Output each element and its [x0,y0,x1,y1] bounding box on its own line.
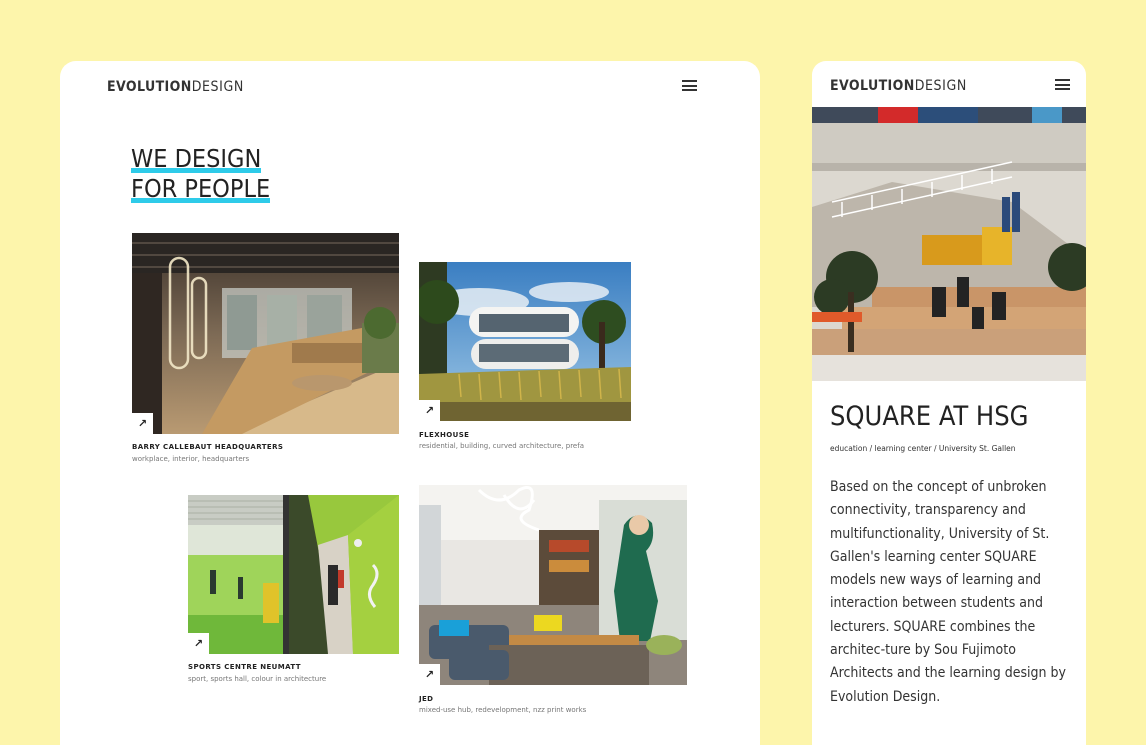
project-card-sports-centre[interactable]: ↗ SPORTS CENTRE NEUMATT sport, sports ha… [188,495,399,695]
logo-bold-text: EVOLUTION [107,79,192,95]
project-card-barry-callebaut[interactable]: ↗ BARRY CALLEBAUT HEADQUARTERS workplace… [132,233,399,473]
project-title: SQUARE AT HSG [830,401,1029,432]
project-tags: sport, sports hall, colour in architectu… [188,675,327,683]
project-image-flexhouse [419,262,631,421]
menu-icon[interactable] [1055,79,1070,90]
project-title: SPORTS CENTRE NEUMATT [188,663,301,671]
project-card-flexhouse[interactable]: ↗ FLEXHOUSE residential, building, curve… [419,262,631,462]
project-image-barry-callebaut [132,233,399,434]
hero-line-1: WE DESIGN [131,144,262,174]
project-tags: mixed-use hub, redevelopment, nzz print … [419,706,587,714]
project-title: FLEXHOUSE [419,431,470,439]
menu-icon[interactable] [682,80,697,91]
project-image-sports-centre [188,495,399,654]
arrow-up-right-icon[interactable]: ↗ [188,633,209,654]
project-tags: education / learning center / University… [830,444,1016,453]
arrow-up-right-icon[interactable]: ↗ [419,664,440,685]
hero-title: WE DESIGN FOR PEOPLE [131,144,271,204]
project-tags: workplace, interior, headquarters [132,455,250,463]
project-description: Based on the concept of unbroken connect… [830,479,1066,705]
project-card-jed[interactable]: ↗ JED mixed-use hub, redevelopment, nzz … [419,485,687,717]
project-title: BARRY CALLEBAUT HEADQUARTERS [132,443,284,451]
project-image-jed [419,485,687,685]
arrow-up-right-icon[interactable]: ↗ [419,400,440,421]
project-title: JED [419,695,434,703]
logo[interactable]: EVOLUTIONDESIGN [830,78,967,94]
mobile-preview: EVOLUTIONDESIGN SQUARE AT HSG education … [812,61,1086,745]
hero-image-square-hsg [812,107,1086,381]
desktop-preview: EVOLUTIONDESIGN WE DESIGN FOR PEOPLE ↗ B… [60,61,760,745]
logo-bold-text: EVOLUTION [830,78,915,94]
logo[interactable]: EVOLUTIONDESIGN [107,79,244,95]
hero-line-2: FOR PEOPLE [131,174,271,204]
arrow-up-right-icon[interactable]: ↗ [132,413,153,434]
logo-light-text: DESIGN [191,79,244,95]
logo-light-text: DESIGN [914,78,967,94]
project-tags: residential, building, curved architectu… [419,442,584,450]
